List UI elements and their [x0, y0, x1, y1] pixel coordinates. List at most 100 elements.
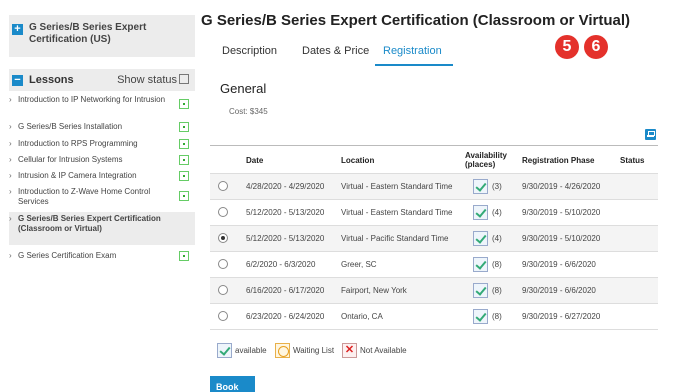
session-radio[interactable]	[218, 311, 228, 321]
table-row[interactable]: 5/12/2020 - 5/13/2020 Virtual - Pacific …	[210, 225, 658, 251]
lesson-item[interactable]: › Introduction to RPS Programming	[9, 139, 195, 151]
book-button[interactable]: Book	[210, 376, 255, 392]
row-location: Fairport, New York	[341, 286, 407, 295]
header-phase: Registration Phase	[522, 156, 595, 165]
row-places: (3)	[492, 182, 502, 191]
row-location: Ontario, CA	[341, 312, 383, 321]
page-title: G Series/B Series Expert Certification (…	[201, 12, 631, 29]
row-phase: 9/30/2019 - 6/6/2020	[522, 286, 596, 295]
row-location: Greer, SC	[341, 260, 377, 269]
show-status-label: Show status	[117, 74, 177, 86]
session-radio[interactable]	[218, 259, 228, 269]
row-location: Virtual - Eastern Standard Time	[341, 182, 453, 191]
lesson-label: Introduction to RPS Programming	[18, 139, 138, 148]
chevron-right-icon: ›	[9, 187, 12, 196]
lesson-item[interactable]: › Introduction to IP Networking for Intr…	[9, 95, 195, 117]
available-icon	[473, 257, 488, 272]
show-status-toggle[interactable]: Show status	[117, 74, 189, 86]
lesson-label: G Series/B Series Installation	[18, 122, 123, 131]
row-places: (8)	[492, 286, 502, 295]
table-row[interactable]: 6/2/2020 - 6/3/2020 Greer, SC (8) 9/30/2…	[210, 251, 658, 277]
show-status-checkbox[interactable]	[179, 74, 189, 84]
status-icon	[179, 122, 189, 132]
table-row[interactable]: 6/16/2020 - 6/17/2020 Fairport, New York…	[210, 277, 658, 303]
tab-registration[interactable]: Registration	[383, 45, 442, 57]
clock-icon	[275, 343, 290, 358]
header-status: Status	[620, 156, 645, 165]
row-places: (4)	[492, 234, 502, 243]
legend-not-available: ✕ Not Available	[342, 343, 407, 358]
row-date: 6/16/2020 - 6/17/2020	[246, 286, 325, 295]
close-icon: ✕	[342, 343, 357, 358]
lessons-header[interactable]: − Lessons Show status	[9, 69, 195, 91]
row-date: 6/23/2020 - 6/24/2020	[246, 312, 325, 321]
lesson-item[interactable]: › Intrusion & IP Camera Integration	[9, 171, 195, 183]
status-icon	[179, 155, 189, 165]
row-date: 5/12/2020 - 5/13/2020	[246, 234, 325, 243]
lesson-label: Introduction to IP Networking for Intrus…	[18, 95, 166, 104]
row-phase: 9/30/2019 - 4/26/2020	[522, 182, 601, 191]
available-icon	[473, 205, 488, 220]
course-header[interactable]: + G Series/B Series Expert Certification…	[9, 15, 195, 57]
table-row[interactable]: 5/12/2020 - 5/13/2020 Virtual - Eastern …	[210, 199, 658, 225]
lesson-item[interactable]: › G Series/B Series Installation	[9, 122, 195, 134]
table-row[interactable]: 6/23/2020 - 6/24/2020 Ontario, CA (8) 9/…	[210, 303, 658, 329]
status-icon	[179, 191, 189, 201]
step-badge: 5	[555, 35, 579, 59]
legend-waiting-label: Waiting List	[293, 346, 335, 355]
session-radio[interactable]	[218, 181, 228, 191]
row-places: (4)	[492, 208, 502, 217]
row-phase: 9/30/2019 - 5/10/2020	[522, 234, 601, 243]
course-title: G Series/B Series Expert Certification (…	[29, 22, 147, 45]
expand-icon[interactable]: +	[12, 24, 23, 35]
row-phase: 9/30/2019 - 5/10/2020	[522, 208, 601, 217]
chevron-right-icon: ›	[9, 122, 12, 131]
status-icon	[179, 251, 189, 261]
chevron-right-icon: ›	[9, 214, 12, 223]
status-icon	[179, 139, 189, 149]
print-icon[interactable]	[645, 129, 656, 140]
available-icon	[473, 283, 488, 298]
session-radio[interactable]	[218, 207, 228, 217]
lesson-item-current[interactable]: › G Series/B Series Expert Certification…	[9, 212, 195, 245]
available-icon	[217, 343, 232, 358]
header-location: Location	[341, 156, 375, 165]
available-icon	[473, 309, 488, 324]
lessons-label: Lessons	[29, 74, 74, 86]
section-title: General	[220, 81, 267, 96]
session-radio[interactable]	[218, 233, 228, 243]
header-availability: Availability (places)	[465, 151, 507, 169]
table-header: Date Location Availability (places) Regi…	[210, 145, 658, 173]
active-tab-indicator	[375, 64, 453, 66]
collapse-icon[interactable]: −	[12, 75, 23, 86]
status-icon	[179, 99, 189, 109]
row-places: (8)	[492, 312, 502, 321]
lesson-label: Cellular for Intrusion Systems	[18, 155, 123, 164]
row-phase: 9/30/2019 - 6/27/2020	[522, 312, 601, 321]
chevron-right-icon: ›	[9, 251, 12, 260]
row-date: 5/12/2020 - 5/13/2020	[246, 208, 325, 217]
step-badge: 6	[584, 35, 608, 59]
row-location: Virtual - Eastern Standard Time	[341, 208, 453, 217]
legend-not-available-label: Not Available	[360, 346, 407, 355]
table-row[interactable]: 4/28/2020 - 4/29/2020 Virtual - Eastern …	[210, 173, 658, 199]
lesson-item[interactable]: › Introduction to Z-Wave Home Control Se…	[9, 187, 195, 209]
lesson-label: Introduction to Z-Wave Home Control Serv…	[18, 187, 151, 206]
header-date: Date	[246, 156, 264, 165]
sidebar: + G Series/B Series Expert Certification…	[0, 0, 195, 392]
session-radio[interactable]	[218, 285, 228, 295]
chevron-right-icon: ›	[9, 139, 12, 148]
lesson-item[interactable]: › G Series Certification Exam	[9, 251, 195, 263]
lesson-item[interactable]: › Cellular for Intrusion Systems	[9, 155, 195, 167]
status-icon	[179, 171, 189, 181]
tab-dates-price[interactable]: Dates & Price	[302, 45, 369, 57]
table-divider	[210, 329, 658, 330]
row-date: 4/28/2020 - 4/29/2020	[246, 182, 325, 191]
available-icon	[473, 231, 488, 246]
legend-available: available	[217, 343, 267, 358]
chevron-right-icon: ›	[9, 95, 12, 104]
legend-available-label: available	[235, 346, 267, 355]
chevron-right-icon: ›	[9, 171, 12, 180]
tab-description[interactable]: Description	[222, 45, 277, 57]
lesson-label: G Series/B Series Expert Certification (…	[18, 214, 161, 233]
